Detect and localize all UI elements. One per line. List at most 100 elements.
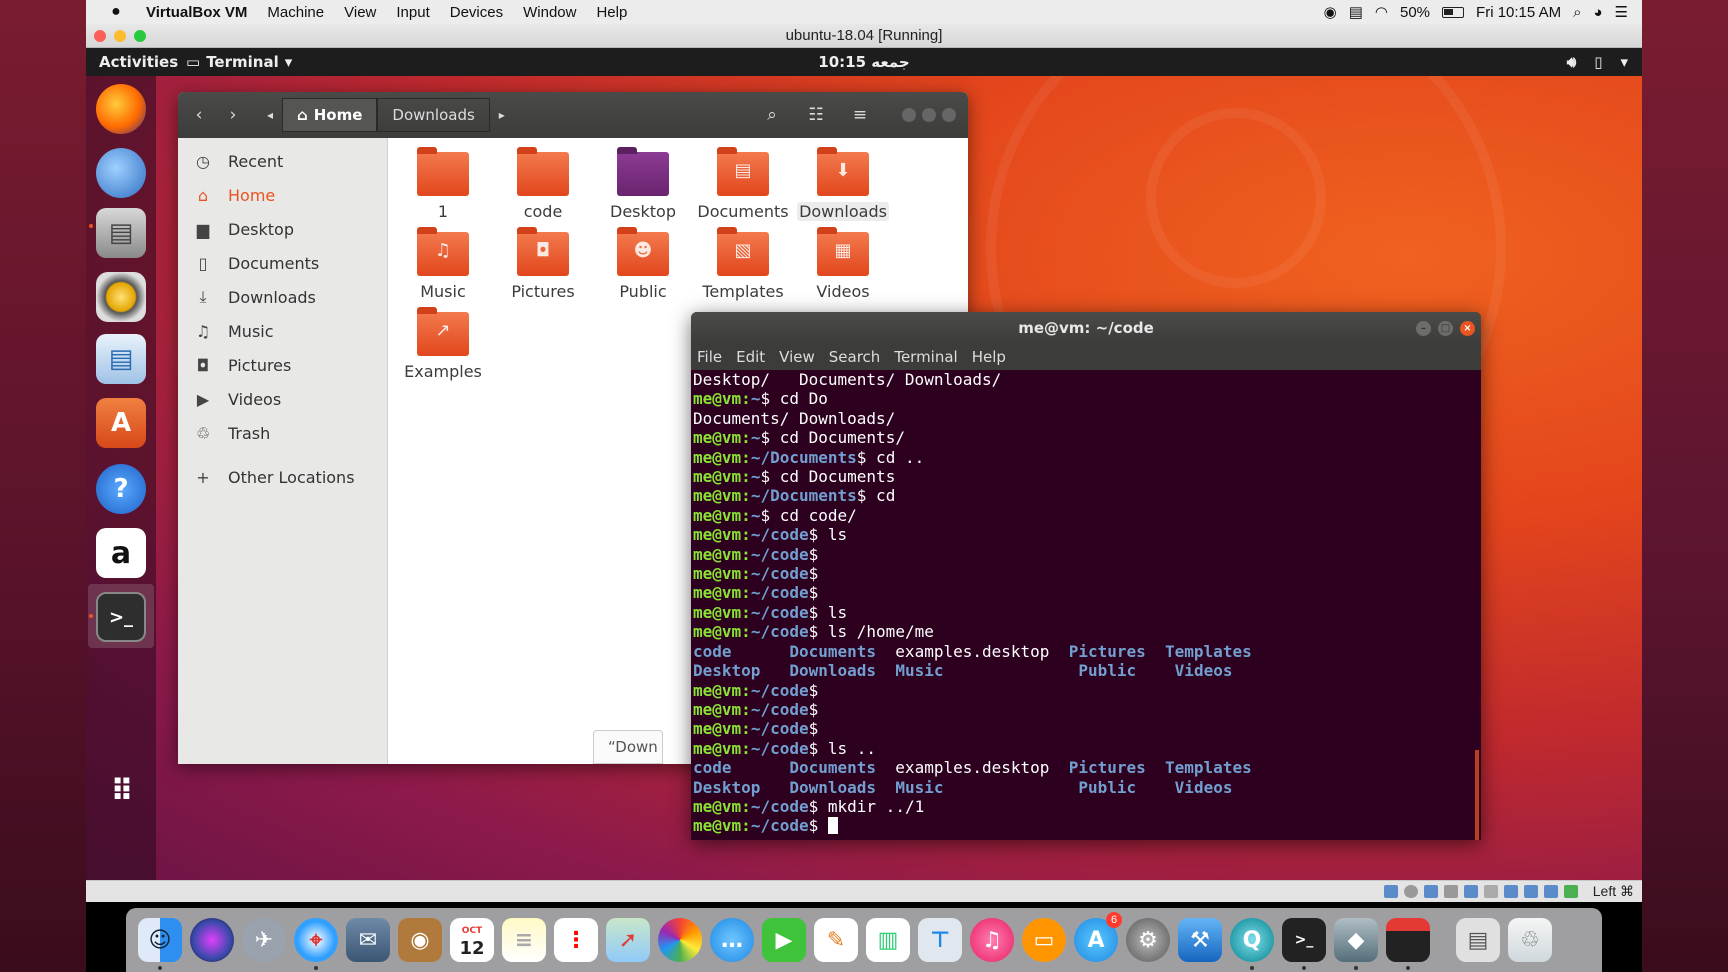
mail-icon[interactable]: ✉	[346, 918, 390, 962]
capture-icon[interactable]	[1524, 885, 1538, 898]
gnome-clock[interactable]: جمعه 10:15	[86, 53, 1642, 71]
software-center-icon[interactable]: A	[96, 398, 146, 448]
terminal-icon[interactable]: >_	[96, 592, 146, 642]
safari-icon[interactable]: ⌖	[294, 918, 338, 962]
spotlight-icon[interactable]: ⌕	[1573, 4, 1581, 21]
term-menu-terminal[interactable]: Terminal	[894, 348, 957, 366]
folder-music[interactable]: ♫ Music	[395, 227, 491, 301]
cpu-icon[interactable]	[1544, 885, 1558, 898]
hard-disk-icon[interactable]	[1384, 885, 1398, 898]
term-menu-search[interactable]: Search	[829, 348, 881, 366]
terminal-icon[interactable]: >_	[1282, 918, 1326, 962]
rhythmbox-icon[interactable]	[96, 272, 146, 322]
quicktime-icon[interactable]: Q	[1230, 918, 1274, 962]
path-downloads-button[interactable]: Downloads	[377, 98, 490, 132]
terminal-scrollbar[interactable]	[1475, 750, 1479, 840]
term-menu-file[interactable]: File	[697, 348, 722, 366]
audio-icon[interactable]	[1424, 885, 1438, 898]
pages-icon[interactable]: ✎	[814, 918, 858, 962]
minimize-icon[interactable]: –	[1416, 321, 1431, 336]
siri-icon[interactable]	[190, 918, 234, 962]
menu-view[interactable]: View	[334, 4, 386, 21]
folder-desktop[interactable]: Desktop	[595, 147, 691, 221]
mouse-integration-icon[interactable]	[1564, 885, 1578, 898]
maximize-icon[interactable]	[922, 108, 936, 122]
system-preferences-icon[interactable]: ⚙	[1126, 918, 1170, 962]
sidebar-item-desktop[interactable]: ▆ Desktop	[178, 212, 388, 246]
menu-icon[interactable]: ≡	[838, 99, 882, 131]
term-menu-view[interactable]: View	[779, 348, 815, 366]
app-menu[interactable]: ▭ Terminal ▾	[186, 53, 292, 71]
folder-templates[interactable]: ▧ Templates	[695, 227, 791, 301]
photos-icon[interactable]	[658, 918, 702, 962]
folder-code[interactable]: code	[495, 147, 591, 221]
notification-center-icon[interactable]: ☰	[1615, 3, 1628, 21]
menu-window[interactable]: Window	[513, 4, 586, 21]
sidebar-item-videos[interactable]: ▶ Videos	[178, 382, 388, 416]
sidebar-item-other-locations[interactable]: + Other Locations	[178, 460, 388, 494]
show-applications-icon[interactable]: ⠿	[96, 766, 146, 816]
itunes-icon[interactable]: ♫	[970, 918, 1014, 962]
wifi-icon[interactable]: ◠	[1375, 3, 1388, 21]
firefox-icon[interactable]	[96, 84, 146, 134]
menubar-clock[interactable]: Fri 10:15 AM	[1476, 4, 1561, 21]
amazon-icon[interactable]: a	[96, 528, 146, 578]
vm-window-icon[interactable]	[1386, 918, 1430, 962]
help-icon[interactable]: ?	[96, 464, 146, 514]
launchpad-icon[interactable]: ✈	[242, 918, 286, 962]
messages-icon[interactable]: …	[710, 918, 754, 962]
path-home-button[interactable]: ⌂ Home	[282, 98, 378, 132]
path-scroll-left-button[interactable]: ◂	[258, 99, 282, 131]
ibooks-icon[interactable]: ▭	[1022, 918, 1066, 962]
sidebar-item-home[interactable]: ⌂ Home	[178, 178, 388, 212]
thunderbird-icon[interactable]	[96, 148, 146, 198]
forward-button[interactable]: ›	[216, 99, 250, 131]
maximize-icon[interactable]: □	[1438, 321, 1453, 336]
menu-input[interactable]: Input	[386, 4, 439, 21]
finder-icon[interactable]: ☺	[138, 918, 182, 962]
sidebar-item-trash[interactable]: ♲ Trash	[178, 416, 388, 450]
sidebar-item-documents[interactable]: ▯ Documents	[178, 246, 388, 280]
libreoffice-writer-icon[interactable]: ▤	[96, 334, 146, 384]
maps-icon[interactable]: ➚	[606, 918, 650, 962]
minimize-icon[interactable]	[902, 108, 916, 122]
display-icon[interactable]	[1504, 885, 1518, 898]
facetime-icon[interactable]: ▶	[762, 918, 806, 962]
zoom-window-button[interactable]	[134, 30, 146, 42]
search-icon[interactable]: ⌕	[750, 99, 794, 131]
folder-pictures[interactable]: ◘ Pictures	[495, 227, 591, 301]
menu-devices[interactable]: Devices	[440, 4, 513, 21]
calendar-icon[interactable]: OCT 12	[450, 918, 494, 962]
shared-folders-icon[interactable]	[1484, 885, 1498, 898]
term-menu-help[interactable]: Help	[972, 348, 1006, 366]
host-key-indicator[interactable]: Left ⌘	[1593, 883, 1634, 900]
network-icon[interactable]	[1444, 885, 1458, 898]
system-menu[interactable]: 🔊︎ ▯ ▾	[1567, 53, 1628, 71]
path-scroll-right-button[interactable]: ▸	[490, 99, 514, 131]
sidebar-item-downloads[interactable]: ⤓ Downloads	[178, 280, 388, 314]
notes-icon[interactable]: ≡	[502, 918, 546, 962]
link-examples[interactable]: ↗ Examples	[395, 307, 491, 381]
numbers-icon[interactable]: ▥	[866, 918, 910, 962]
trash-icon[interactable]: ♲	[1508, 918, 1552, 962]
flag-icon[interactable]: ▤	[1349, 3, 1363, 21]
folder-videos[interactable]: ▦ Videos	[795, 227, 891, 301]
virtualbox-icon[interactable]: ◆	[1334, 918, 1378, 962]
files-icon[interactable]: ▤	[96, 208, 146, 258]
minimize-window-button[interactable]	[114, 30, 126, 42]
sidebar-item-music[interactable]: ♫ Music	[178, 314, 388, 348]
folder-1[interactable]: 1	[395, 147, 491, 221]
sidebar-item-pictures[interactable]: ◘ Pictures	[178, 348, 388, 382]
term-menu-edit[interactable]: Edit	[736, 348, 765, 366]
optical-drive-icon[interactable]	[1404, 885, 1418, 898]
folder-downloads[interactable]: ⬇ Downloads	[795, 147, 891, 221]
siri-icon[interactable]: ◕	[1593, 4, 1602, 21]
folder-public[interactable]: ☻ Public	[595, 227, 691, 301]
reminders-icon[interactable]: ⋮	[554, 918, 598, 962]
battery-percent[interactable]: 50%	[1400, 4, 1430, 21]
xcode-icon[interactable]: ⚒	[1178, 918, 1222, 962]
battery-icon[interactable]	[1442, 6, 1465, 18]
apple-menu-icon[interactable]: ●	[96, 3, 136, 21]
menu-help[interactable]: Help	[586, 4, 637, 21]
record-icon[interactable]: ◉	[1324, 3, 1337, 21]
